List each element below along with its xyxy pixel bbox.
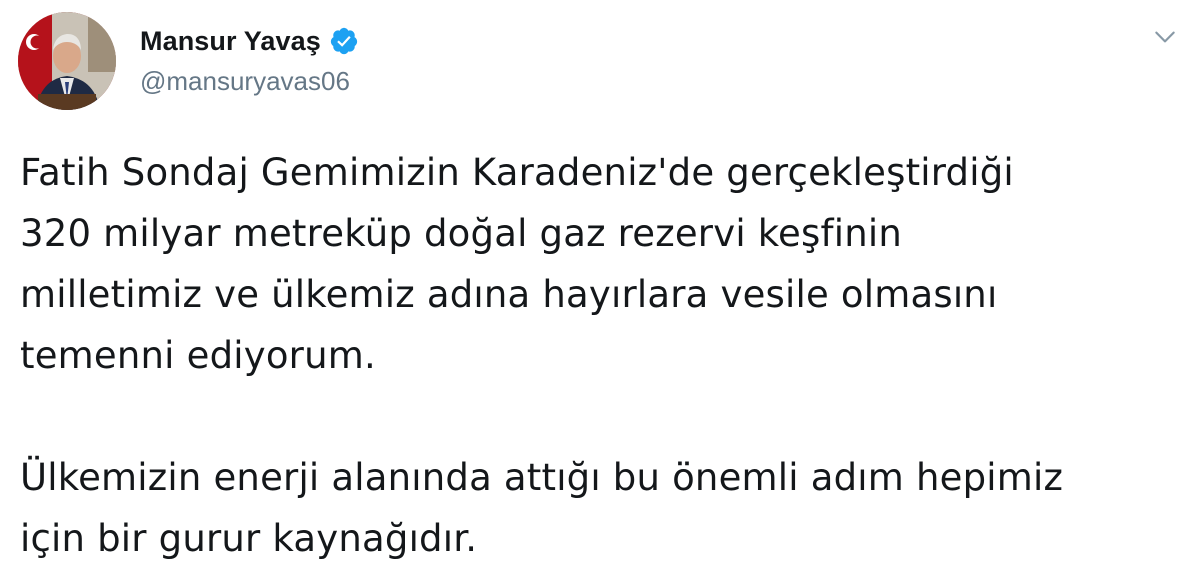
tweet-text-line: Fatih Sondaj Gemimizin Karadeniz'de gerç… (20, 151, 1014, 194)
tweet-text-line: milletimiz ve ülkemiz adına hayırlara ve… (20, 273, 998, 316)
tweet-text-line: Ülkemizin enerji alanında attığı bu önem… (20, 456, 1064, 499)
tweet-text-line: için bir gurur kaynağıdır. (20, 517, 478, 560)
tweet-author: Mansur Yavaş @mansuryavas06 (140, 22, 359, 97)
author-handle[interactable]: @mansuryavas06 (140, 66, 359, 97)
tweet-text: Fatih Sondaj Gemimizin Karadeniz'de gerç… (20, 142, 1190, 569)
author-name-row: Mansur Yavaş (140, 22, 359, 60)
author-display-name[interactable]: Mansur Yavaş (140, 26, 321, 57)
verified-badge-icon (329, 26, 359, 56)
avatar[interactable] (18, 12, 116, 110)
tweet-text-line: temenni ediyorum. (20, 334, 376, 377)
chevron-down-icon[interactable] (1152, 24, 1178, 50)
tweet-text-line: 320 milyar metreküp doğal gaz rezervi ke… (20, 212, 902, 255)
tweet-card: Mansur Yavaş @mansuryavas06 Fatih Sondaj… (0, 0, 1200, 583)
